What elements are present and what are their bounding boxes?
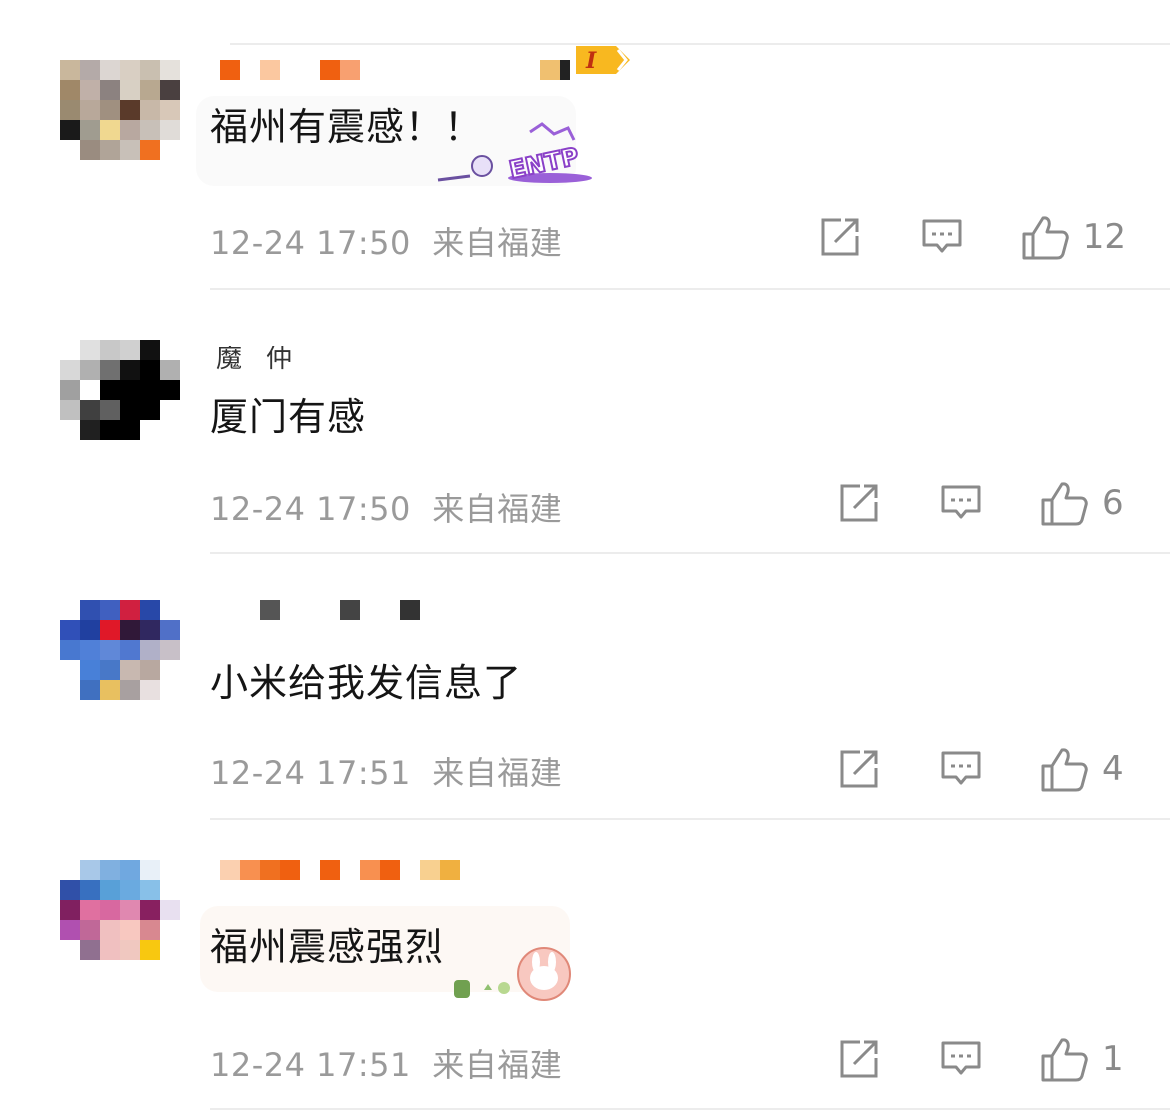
comment-text: 厦门有感 xyxy=(210,395,367,439)
like-count: 1 xyxy=(1102,1039,1124,1079)
share-icon xyxy=(840,750,878,788)
username-pixelated[interactable] xyxy=(240,600,420,620)
share-icon xyxy=(840,1040,878,1078)
comment-divider xyxy=(210,288,1170,290)
share-button[interactable] xyxy=(838,748,880,790)
top-divider xyxy=(230,43,1170,45)
thumbs-up-icon xyxy=(1041,482,1088,526)
level-badge-text: I xyxy=(585,48,597,74)
share-button[interactable] xyxy=(838,482,880,524)
reply-button[interactable] xyxy=(940,748,982,790)
entp-sticker: ENTP xyxy=(430,120,600,194)
timestamp: 12-24 17:50 xyxy=(210,224,411,262)
comment-divider xyxy=(210,552,1170,554)
comment-actions: 6 xyxy=(838,480,1126,526)
like-button[interactable]: 1 xyxy=(1040,1036,1126,1082)
avatar[interactable] xyxy=(60,340,180,440)
share-button[interactable] xyxy=(819,216,861,258)
ip-location: 来自福建 xyxy=(432,224,563,262)
comment-meta: 12-24 17:50 来自福建 xyxy=(210,484,562,530)
username-pixelated[interactable] xyxy=(220,60,570,80)
username-partial: 魔仲 xyxy=(216,344,317,374)
username-pixelated[interactable] xyxy=(220,860,460,880)
bunny-sticker xyxy=(448,944,578,1008)
comment-icon xyxy=(941,751,981,785)
ip-location: 来自福建 xyxy=(432,754,563,792)
username-pixelated[interactable]: 魔仲 xyxy=(216,338,316,375)
avatar[interactable] xyxy=(60,60,180,160)
timestamp: 12-24 17:50 xyxy=(210,490,411,528)
comment-meta: 12-24 17:50 来自福建 xyxy=(210,218,562,264)
thumbs-up-icon xyxy=(1022,216,1069,260)
reply-button[interactable] xyxy=(940,1038,982,1080)
comment-icon xyxy=(941,485,981,519)
comment-actions: 4 xyxy=(838,746,1126,792)
comment-meta: 12-24 17:51 来自福建 xyxy=(210,1040,562,1086)
avatar[interactable] xyxy=(60,860,180,960)
share-icon xyxy=(840,484,878,522)
like-count: 6 xyxy=(1102,483,1124,523)
comment-divider xyxy=(210,1108,1170,1110)
comment-actions: 1 xyxy=(838,1036,1126,1082)
comment-meta: 12-24 17:51 来自福建 xyxy=(210,748,562,794)
reply-button[interactable] xyxy=(921,216,963,258)
like-button[interactable]: 6 xyxy=(1040,480,1126,526)
ip-location: 来自福建 xyxy=(432,1046,563,1084)
thumbs-up-icon xyxy=(1041,748,1088,792)
ip-location: 来自福建 xyxy=(432,490,563,528)
comment-text: 福州震感强烈 xyxy=(210,925,445,969)
like-button[interactable]: 12 xyxy=(1021,214,1126,260)
comment-divider xyxy=(210,818,1170,820)
comment-actions: 12 xyxy=(819,214,1126,260)
comment-text: 小米给我发信息了 xyxy=(210,661,523,705)
share-icon xyxy=(821,218,859,256)
level-badge: I xyxy=(572,44,634,80)
avatar[interactable] xyxy=(60,600,180,700)
thumbs-up-icon xyxy=(1041,1038,1088,1082)
timestamp: 12-24 17:51 xyxy=(210,1046,411,1084)
reply-button[interactable] xyxy=(940,482,982,524)
comment-icon xyxy=(941,1041,981,1075)
timestamp: 12-24 17:51 xyxy=(210,754,411,792)
comment-icon xyxy=(922,219,962,253)
like-count: 12 xyxy=(1082,217,1126,257)
like-count: 4 xyxy=(1102,749,1124,789)
like-button[interactable]: 4 xyxy=(1040,746,1126,792)
share-button[interactable] xyxy=(838,1038,880,1080)
